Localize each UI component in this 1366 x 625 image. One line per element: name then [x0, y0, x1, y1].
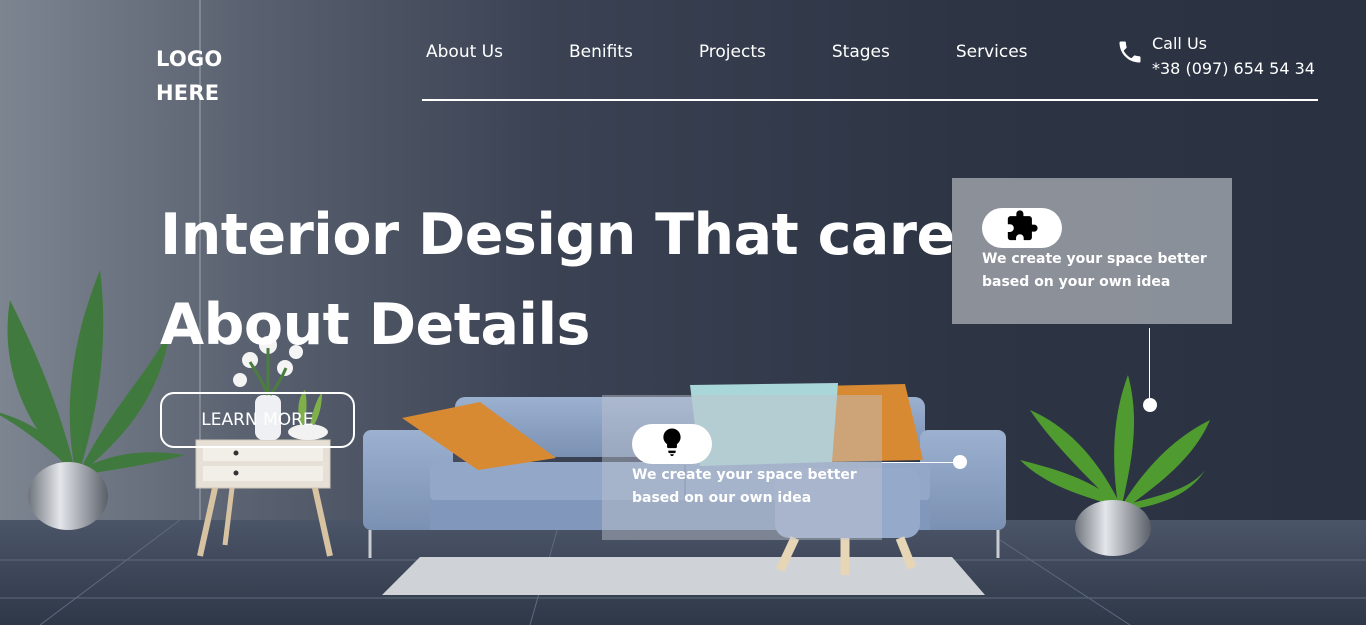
feature-card-text-line-2: based on your own idea — [982, 274, 1171, 290]
hero-headline: Interior Design That care About Details — [160, 190, 955, 370]
feature-card-text-line-1: We create your space better — [982, 251, 1207, 267]
nav-link-benefits[interactable]: Benifits — [569, 42, 633, 62]
logo-line-1: LOGO — [156, 47, 223, 71]
feature-card-own-idea: We create your space better based on you… — [952, 178, 1232, 324]
card-pointer-line — [1149, 328, 1150, 400]
phone-number[interactable]: *38 (097) 654 54 34 — [1152, 56, 1315, 81]
call-us-label: Call Us — [1152, 34, 1207, 53]
puzzle-icon — [1005, 209, 1039, 247]
call-us-block: Call Us *38 (097) 654 54 34 — [1152, 31, 1315, 81]
logo[interactable]: LOGO HERE — [156, 42, 222, 110]
card-pointer-line — [882, 462, 954, 463]
feature-card-icon-pill — [982, 208, 1062, 248]
nav-link-services[interactable]: Services — [956, 42, 1028, 62]
nav-link-stages[interactable]: Stages — [832, 42, 890, 62]
hotspot-dot-sofa[interactable] — [953, 455, 967, 469]
hero-headline-line-1: Interior Design That care — [160, 202, 955, 268]
nav-divider — [422, 99, 1318, 101]
feature-card-text: We create your space better based on you… — [982, 248, 1207, 294]
lightbulb-icon — [657, 426, 687, 462]
phone-icon[interactable] — [1116, 38, 1144, 66]
feature-card-icon-pill — [632, 424, 712, 464]
feature-card-text-line-2: based on our own idea — [632, 490, 812, 506]
logo-line-2: HERE — [156, 81, 220, 105]
hero-section: LOGO HERE About Us Benifits Projects Sta… — [0, 0, 1366, 625]
feature-card-our-idea: We create your space better based on our… — [602, 395, 882, 540]
hero-headline-line-2: About Details — [160, 292, 590, 358]
feature-card-text-line-1: We create your space better — [632, 467, 857, 483]
nav-link-about-us[interactable]: About Us — [426, 42, 503, 62]
learn-more-button[interactable]: LEARN MORE — [160, 392, 355, 448]
main-nav: About Us Benifits Projects Stages Servic… — [426, 42, 1028, 62]
nav-link-projects[interactable]: Projects — [699, 42, 766, 62]
feature-card-text: We create your space better based on our… — [632, 464, 857, 510]
hotspot-dot-plant[interactable] — [1143, 398, 1157, 412]
